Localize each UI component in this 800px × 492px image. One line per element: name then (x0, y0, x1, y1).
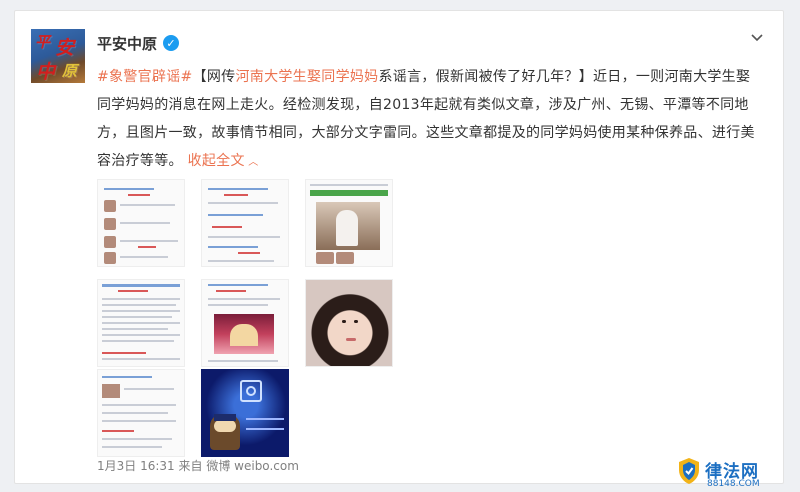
keyword-link[interactable]: 河南大学生娶同学妈妈 (235, 69, 378, 85)
post-meta: 1月3日 16:31 来自 微博 weibo.com (97, 457, 299, 474)
site-watermark: 律法网 88148.COM (677, 457, 769, 491)
post-text-open: 【网传 (192, 69, 236, 85)
source-link[interactable]: 微博 weibo.com (206, 459, 299, 473)
chevron-down-icon[interactable] (749, 29, 765, 45)
user-name[interactable]: 平安中原 (97, 33, 157, 54)
image-thumbnail[interactable] (201, 369, 289, 457)
image-thumbnail[interactable] (97, 279, 185, 367)
author-row: 平安中原 ✓ (97, 33, 180, 54)
post-text: #象警官辟谣#【网传河南大学生娶同学妈妈系谣言，假新闻被传了好几年？】近日，一则… (97, 63, 759, 177)
avatar-glyph: 原 (62, 62, 78, 80)
image-thumbnail[interactable] (97, 369, 185, 457)
avatar-glyph: 平 (35, 33, 51, 51)
verified-badge-icon: ✓ (163, 35, 180, 51)
chevron-up-icon: ︿ (244, 157, 259, 168)
image-thumbnail[interactable] (97, 179, 185, 267)
avatar-glyph: 中 (36, 61, 56, 83)
collapse-label: 收起全文 (187, 153, 245, 169)
post-time[interactable]: 1月3日 16:31 (97, 459, 175, 473)
weibo-post-card: 平 安 中 原 平安中原 ✓ #象警官辟谣#【网传河南大学生娶同学妈妈系谣言，假… (14, 10, 784, 489)
image-thumbnail[interactable] (201, 179, 289, 267)
source-prefix: 来自 (178, 459, 203, 473)
shield-logo-icon (679, 458, 699, 484)
watermark-url: 88148.COM (707, 479, 760, 489)
collapse-full-text-button[interactable]: 收起全文 ︿ (188, 153, 259, 169)
topic-link[interactable]: #象警官辟谣# (97, 69, 193, 85)
image-thumbnail[interactable] (201, 279, 289, 367)
image-thumbnail[interactable] (305, 279, 393, 367)
image-thumbnail[interactable] (305, 179, 393, 267)
avatar[interactable]: 平 安 中 原 (31, 29, 85, 83)
avatar-glyph: 安 (55, 37, 75, 59)
